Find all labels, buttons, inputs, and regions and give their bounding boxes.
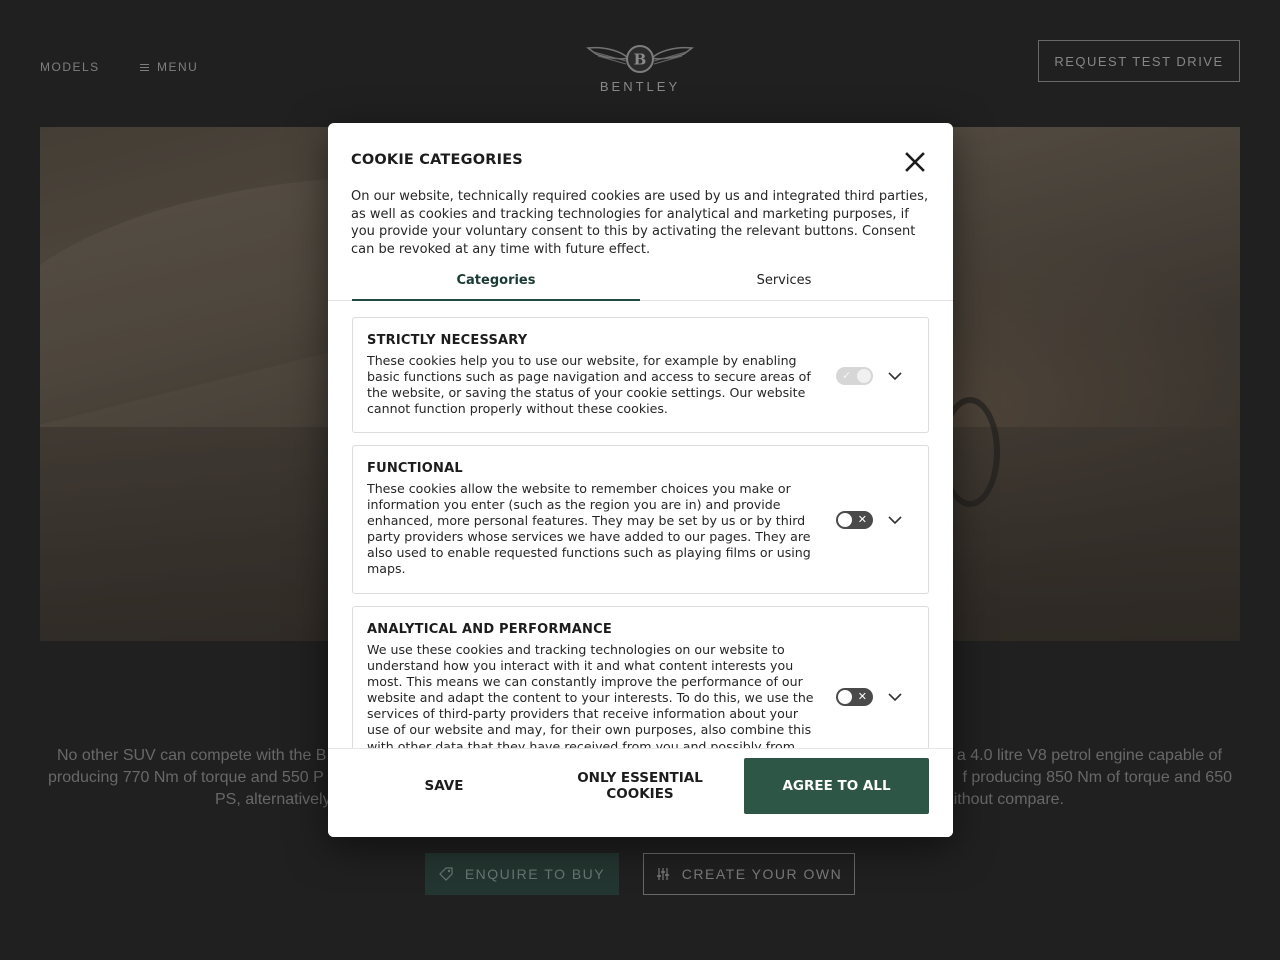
cross-icon: ✕: [857, 690, 867, 703]
category-card-analytical: ANALYTICAL AND PERFORMANCE We use these …: [352, 606, 929, 748]
category-title: FUNCTIONAL: [367, 461, 463, 476]
cookie-dialog: COOKIE CATEGORIES On our website, techni…: [328, 123, 953, 837]
dialog-description: On our website, technically required coo…: [351, 189, 929, 257]
tab-categories[interactable]: Categories: [352, 267, 640, 301]
close-button[interactable]: [904, 151, 926, 173]
only-essential-button[interactable]: ONLY ESSENTIAL COOKIES: [548, 758, 732, 814]
category-title: STRICTLY NECESSARY: [367, 333, 528, 348]
categories-list[interactable]: STRICTLY NECESSARY These cookies help yo…: [328, 301, 953, 748]
cross-icon: ✕: [857, 513, 867, 526]
category-card-functional: FUNCTIONAL These cookies allow the websi…: [352, 445, 929, 594]
close-icon: [905, 152, 925, 172]
strictly-necessary-toggle: ✓: [836, 367, 873, 385]
dialog-tabs: Categories Services: [328, 267, 953, 301]
category-description: These cookies help you to use our websit…: [367, 353, 811, 417]
chevron-down-icon[interactable]: [888, 515, 902, 525]
save-button[interactable]: SAVE: [352, 758, 536, 814]
category-description: We use these cookies and tracking techno…: [367, 642, 814, 748]
chevron-down-icon[interactable]: [888, 692, 902, 702]
check-icon: ✓: [842, 369, 852, 382]
category-title: ANALYTICAL AND PERFORMANCE: [367, 622, 612, 637]
category-description: These cookies allow the website to remem…: [367, 481, 811, 577]
tab-services[interactable]: Services: [640, 267, 928, 301]
dialog-footer: SAVE ONLY ESSENTIAL COOKIES AGREE TO ALL: [328, 748, 953, 837]
agree-to-all-button[interactable]: AGREE TO ALL: [744, 758, 929, 814]
analytical-toggle[interactable]: ✕: [836, 688, 873, 706]
category-card-strictly-necessary: STRICTLY NECESSARY These cookies help yo…: [352, 317, 929, 433]
functional-toggle[interactable]: ✕: [836, 511, 873, 529]
dialog-title: COOKIE CATEGORIES: [351, 152, 523, 168]
chevron-down-icon[interactable]: [888, 371, 902, 381]
